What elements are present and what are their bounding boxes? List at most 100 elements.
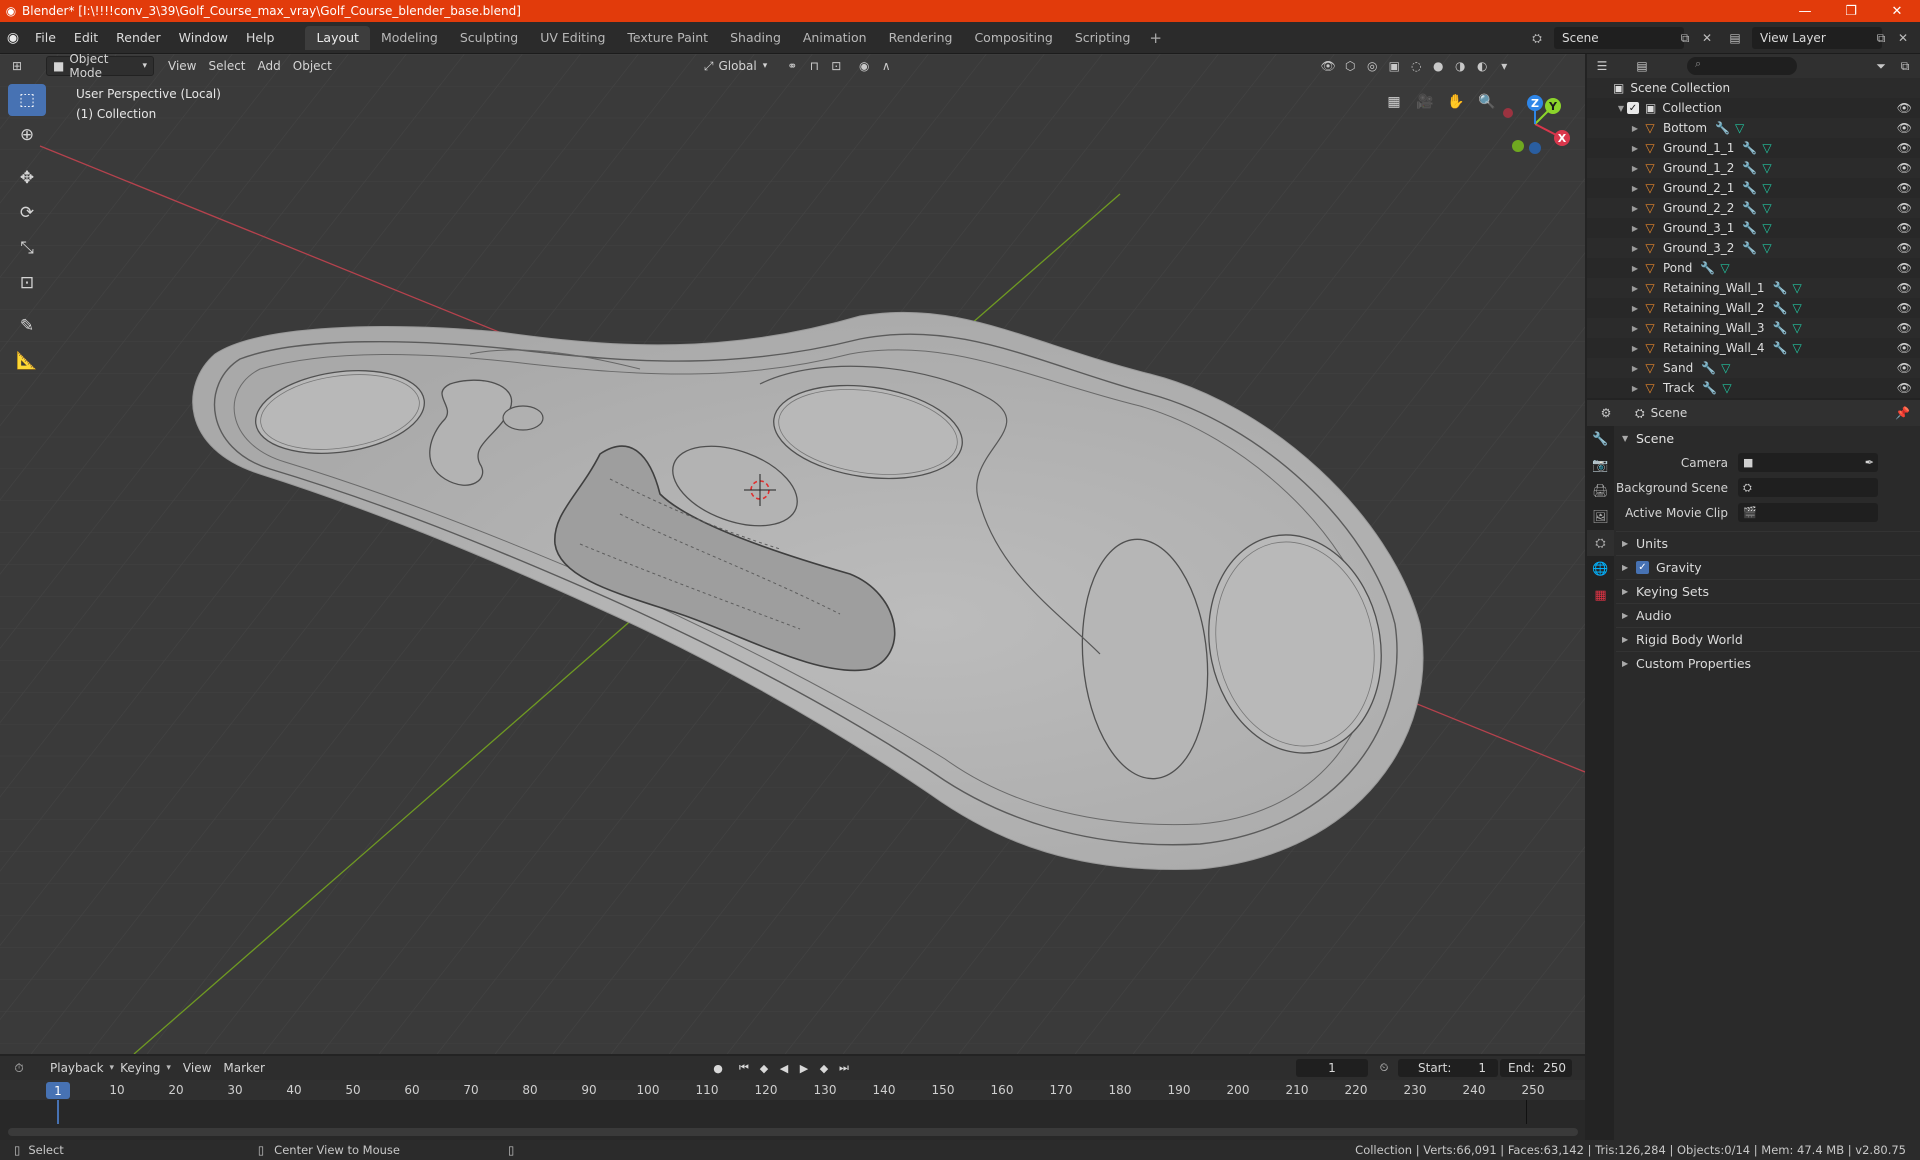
- annotate-tool-icon[interactable]: ✎: [8, 310, 46, 342]
- modifier-wrench-icon[interactable]: 🔧: [1742, 201, 1757, 215]
- modifier-wrench-icon[interactable]: 🔧: [1773, 341, 1788, 355]
- outliner-object-row[interactable]: ▶ ▽ Ground_3_1 🔧 ▽ 👁: [1587, 218, 1920, 238]
- collection-row[interactable]: ▼ ✓ ▣ Collection 👁: [1587, 98, 1920, 118]
- outliner-object-row[interactable]: ▶ ▽ Ground_2_2 🔧 ▽ 👁: [1587, 198, 1920, 218]
- gravity-panel-header[interactable]: ▶ ✓ Gravity: [1616, 555, 1920, 579]
- mesh-data-icon[interactable]: ▽: [1792, 321, 1801, 335]
- viewport-scene[interactable]: X Y Z: [0, 54, 1585, 1054]
- menu-view[interactable]: View: [162, 56, 202, 76]
- proportional-edit-icon[interactable]: ◉: [853, 56, 875, 76]
- shading-rendered-icon[interactable]: ◐: [1471, 56, 1493, 76]
- eye-icon[interactable]: 👁: [1897, 281, 1912, 295]
- expand-triangle-icon[interactable]: ▶: [1629, 164, 1641, 173]
- toggle-grid-icon[interactable]: ▦: [1380, 88, 1408, 116]
- menu-file[interactable]: File: [26, 22, 65, 54]
- modifier-wrench-icon[interactable]: 🔧: [1742, 161, 1757, 175]
- object-mode-dropdown[interactable]: ■ Object Mode ▾: [46, 54, 154, 80]
- tab-layout[interactable]: Layout: [305, 25, 370, 50]
- units-panel-header[interactable]: ▶ Units: [1616, 531, 1920, 555]
- eye-icon[interactable]: 👁: [1897, 141, 1912, 155]
- menu-timeline-view[interactable]: View: [177, 1058, 217, 1078]
- eyedropper-icon[interactable]: ✒: [1865, 456, 1874, 469]
- expand-triangle-icon[interactable]: ▶: [1629, 204, 1641, 213]
- close-button[interactable]: ✕: [1874, 0, 1920, 22]
- tab-scripting[interactable]: Scripting: [1064, 26, 1142, 50]
- modifier-wrench-icon[interactable]: 🔧: [1742, 241, 1757, 255]
- rigid-body-world-panel-header[interactable]: ▶ Rigid Body World: [1616, 627, 1920, 651]
- cursor-tool-icon[interactable]: ⊕: [8, 119, 46, 151]
- eye-icon[interactable]: 👁: [1897, 201, 1912, 215]
- outliner-object-row[interactable]: ▶ ▽ Ground_1_1 🔧 ▽ 👁: [1587, 138, 1920, 158]
- tab-animation[interactable]: Animation: [792, 26, 878, 50]
- active-movie-clip-field[interactable]: 🎬: [1738, 503, 1878, 522]
- expand-triangle-icon[interactable]: ▶: [1629, 344, 1641, 353]
- gizmo-toggle-icon[interactable]: ⬡: [1339, 56, 1361, 76]
- collection-checkbox[interactable]: ✓: [1627, 102, 1639, 114]
- editor-type-icon[interactable]: ⚙: [1595, 403, 1617, 423]
- expand-triangle-icon[interactable]: ▶: [1629, 124, 1641, 133]
- camera-field[interactable]: ■ ✒: [1738, 453, 1878, 472]
- modifier-wrench-icon[interactable]: 🔧: [1700, 261, 1715, 275]
- eye-icon[interactable]: 👁: [1897, 301, 1912, 315]
- next-keyframe-icon[interactable]: ◆: [814, 1058, 834, 1078]
- gravity-checkbox[interactable]: ✓: [1636, 561, 1649, 574]
- view-layer-tab-icon[interactable]: 🖼: [1587, 504, 1614, 530]
- menu-window[interactable]: Window: [170, 22, 237, 54]
- snap-target-icon[interactable]: ⊡: [825, 56, 847, 76]
- end-frame-field[interactable]: End: 250: [1500, 1059, 1572, 1077]
- outliner-object-row[interactable]: ▶ ▽ Pond 🔧 ▽ 👁: [1587, 258, 1920, 278]
- measure-tool-icon[interactable]: 📐: [8, 345, 46, 377]
- outliner-object-row[interactable]: ▶ ▽ Ground_1_2 🔧 ▽ 👁: [1587, 158, 1920, 178]
- delete-scene-icon[interactable]: ✕: [1696, 27, 1718, 49]
- menu-marker[interactable]: Marker: [217, 1058, 270, 1078]
- add-workspace-button[interactable]: +: [1141, 29, 1170, 47]
- editor-type-icon[interactable]: ⏱: [8, 1058, 30, 1078]
- blender-menu-icon[interactable]: ◉: [0, 30, 26, 46]
- outliner-object-row[interactable]: ▶ ▽ Retaining_Wall_4 🔧 ▽ 👁: [1587, 338, 1920, 358]
- outliner-object-row[interactable]: ▶ ▽ Retaining_Wall_1 🔧 ▽ 👁: [1587, 278, 1920, 298]
- xray-toggle-icon[interactable]: ▣: [1383, 56, 1405, 76]
- play-reverse-icon[interactable]: ◀: [774, 1058, 794, 1078]
- outliner-object-row[interactable]: ▶ ▽ Track 🔧 ▽ 👁: [1587, 378, 1920, 398]
- move-tool-icon[interactable]: ✥: [8, 162, 46, 194]
- mesh-data-icon[interactable]: ▽: [1792, 341, 1801, 355]
- modifier-wrench-icon[interactable]: 🔧: [1701, 361, 1716, 375]
- eye-icon[interactable]: 👁: [1897, 341, 1912, 355]
- keying-sets-panel-header[interactable]: ▶ Keying Sets: [1616, 579, 1920, 603]
- scene-tab-icon[interactable]: ⛭: [1587, 530, 1614, 556]
- timeline-ruler[interactable]: 1 10 20 30 40 50 60 70 80 90 100 110 120 130 140 150 16…: [0, 1080, 1585, 1100]
- expand-triangle-icon[interactable]: ▶: [1629, 284, 1641, 293]
- menu-select[interactable]: Select: [202, 56, 251, 76]
- modifier-wrench-icon[interactable]: 🔧: [1773, 301, 1788, 315]
- filter-icon[interactable]: ⏷: [1870, 56, 1892, 76]
- outliner-object-row[interactable]: ▶ ▽ Sand 🔧 ▽ 👁: [1587, 358, 1920, 378]
- tab-rendering[interactable]: Rendering: [878, 26, 964, 50]
- menu-keying[interactable]: Keying: [114, 1058, 166, 1078]
- output-tab-icon[interactable]: 🖨: [1587, 478, 1614, 504]
- mesh-data-icon[interactable]: ▽: [1762, 201, 1771, 215]
- mesh-data-icon[interactable]: ▽: [1762, 161, 1771, 175]
- scene-browse-icon[interactable]: ⛭: [1526, 27, 1548, 49]
- menu-playback[interactable]: Playback: [44, 1058, 110, 1078]
- outliner-object-row[interactable]: ▶ ▽ Retaining_Wall_3 🔧 ▽ 👁: [1587, 318, 1920, 338]
- falloff-icon[interactable]: ∧: [875, 56, 897, 76]
- eye-icon[interactable]: 👁: [1897, 361, 1912, 375]
- current-frame-field[interactable]: 1: [1296, 1059, 1368, 1077]
- audio-panel-header[interactable]: ▶ Audio: [1616, 603, 1920, 627]
- mesh-data-icon[interactable]: ▽: [1792, 281, 1801, 295]
- outliner-object-row[interactable]: ▶ ▽ Retaining_Wall_2 🔧 ▽ 👁: [1587, 298, 1920, 318]
- jump-start-icon[interactable]: ⏮: [734, 1058, 754, 1078]
- modifier-wrench-icon[interactable]: 🔧: [1773, 281, 1788, 295]
- render-tab-icon[interactable]: 📷: [1587, 452, 1614, 478]
- mesh-data-icon[interactable]: ▽: [1762, 181, 1771, 195]
- expand-triangle-icon[interactable]: ▼: [1615, 104, 1627, 113]
- current-frame-marker[interactable]: 1: [46, 1082, 70, 1099]
- expand-triangle-icon[interactable]: ▶: [1629, 304, 1641, 313]
- eye-icon[interactable]: 👁: [1897, 381, 1912, 395]
- expand-triangle-icon[interactable]: ▶: [1629, 264, 1641, 273]
- overlay-toggle-icon[interactable]: ◎: [1361, 56, 1383, 76]
- texture-tab-icon[interactable]: ▦: [1587, 582, 1614, 608]
- transform-orientation-dropdown[interactable]: ⤢ Global ▾: [698, 56, 773, 76]
- modifier-wrench-icon[interactable]: 🔧: [1742, 181, 1757, 195]
- eye-icon[interactable]: 👁: [1897, 161, 1912, 175]
